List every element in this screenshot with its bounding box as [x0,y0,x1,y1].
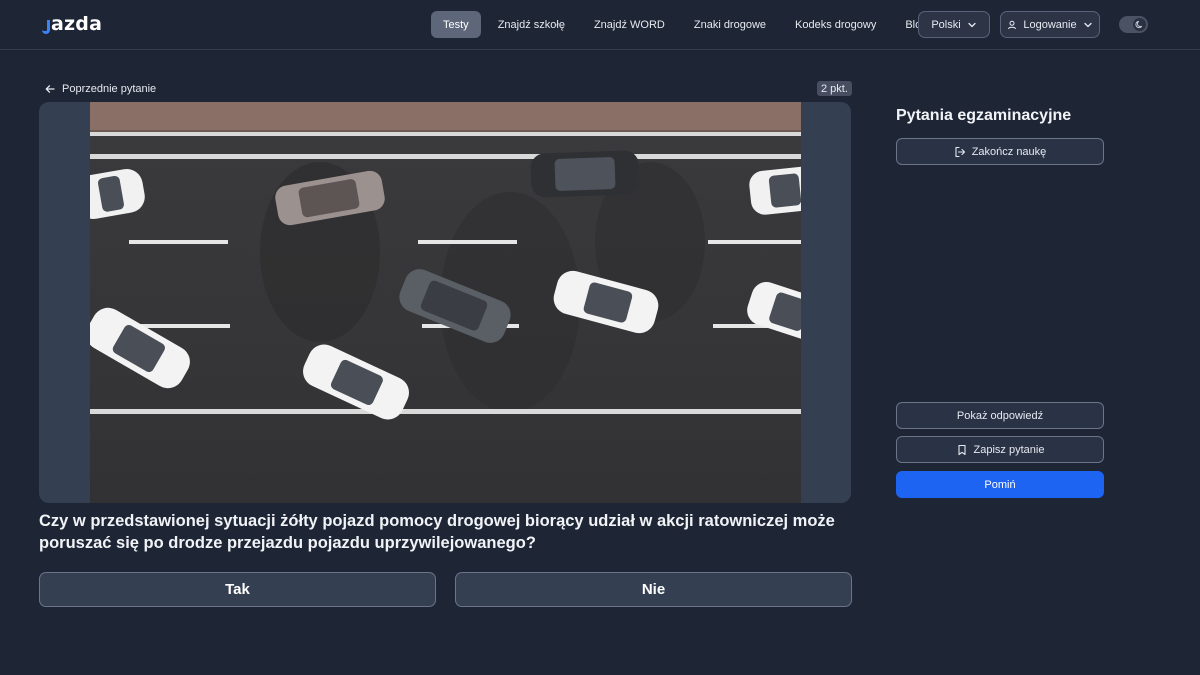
nav-testy[interactable]: Testy [431,11,481,38]
nav-znajdz-szkole[interactable]: Znajdź szkołę [486,11,577,38]
bookmark-icon [957,444,966,455]
language-dropdown[interactable]: Polski [918,11,990,38]
logo[interactable]: azda [42,11,102,37]
skip-button[interactable]: Pomiń [896,471,1104,498]
show-answer-button[interactable]: Pokaż odpowiedź [896,402,1104,429]
question-media[interactable] [39,102,851,503]
end-learning-label: Zakończ naukę [971,145,1047,158]
end-learning-button[interactable]: Zakończ naukę [896,138,1104,165]
question-text: Czy w przedstawionej sytuacji żółty poja… [39,512,835,552]
theme-toggle[interactable] [1119,16,1148,33]
main-nav: Testy Znajdź szkołę Znajdź WORD Znaki dr… [431,11,939,38]
nav-znaki-drogowe[interactable]: Znaki drogowe [682,11,778,38]
points-badge: 2 pkt. [817,81,852,96]
previous-question-label: Poprzednie pytanie [62,82,157,95]
chevron-down-icon [1083,22,1092,27]
nav-znajdz-word[interactable]: Znajdź WORD [582,11,677,38]
top-header: azda Testy Znajdź szkołę Znajdź WORD Zna… [0,0,1200,50]
chevron-down-icon [968,22,976,27]
moon-icon [1135,20,1143,29]
login-label: Logowanie [1023,18,1077,31]
previous-question-link[interactable]: Poprzednie pytanie [44,80,156,97]
language-label: Polski [931,18,961,31]
login-dropdown[interactable]: Logowanie [1000,11,1100,38]
logo-text: azda [51,13,103,35]
user-icon [1008,20,1017,29]
sidebar-title: Pytania egzaminacyjne [896,107,1072,124]
save-question-button[interactable]: Zapisz pytanie [896,436,1104,463]
logo-mark-icon [42,19,50,34]
answer-nie-button[interactable]: Nie [455,572,852,607]
save-question-label: Zapisz pytanie [973,443,1045,456]
road-scene-image [90,102,801,503]
toggle-knob [1133,18,1146,31]
nav-kodeks-drogowy[interactable]: Kodeks drogowy [783,11,888,38]
arrow-left-icon [45,84,55,93]
answer-tak-button[interactable]: Tak [39,572,436,607]
logout-icon [955,146,965,157]
